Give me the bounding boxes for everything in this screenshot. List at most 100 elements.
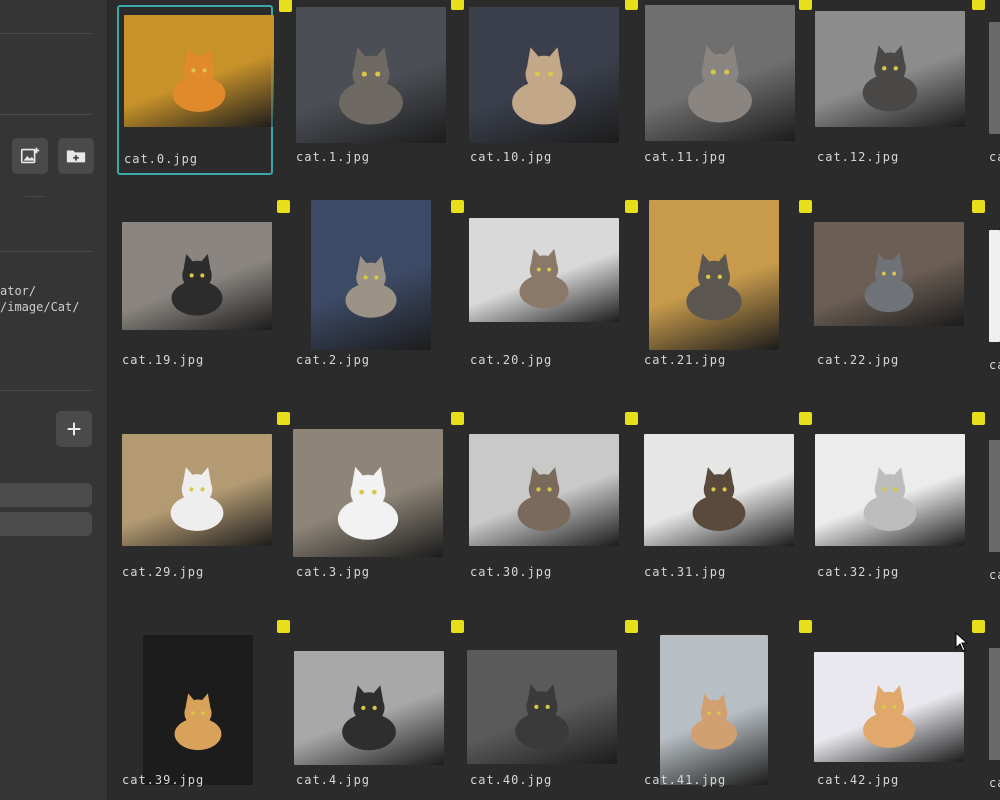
thumbnail-item[interactable]: cat.0.jpg <box>117 0 292 175</box>
thumbnail-label: cat.20.jpg <box>470 353 553 367</box>
folder-path: ator/ /image/Cat/ <box>0 283 79 315</box>
selection-checkbox[interactable] <box>972 412 985 425</box>
cat-icon <box>863 467 917 532</box>
sidebar-bar[interactable] <box>0 483 92 507</box>
thumbnail-item[interactable]: cat.39.jpg <box>117 620 290 790</box>
thumbnail-item[interactable]: cat.19.jpg <box>117 200 290 370</box>
thumbnail-label: cat.0.jpg <box>124 152 199 166</box>
cat-icon <box>174 693 222 751</box>
thumbnail-item[interactable]: cat.10.jpg <box>465 0 638 175</box>
selection-checkbox[interactable] <box>972 620 985 633</box>
add-image-button[interactable] <box>12 138 48 174</box>
cat-icon <box>337 467 399 541</box>
add-photo-icon <box>20 147 40 164</box>
cat-icon <box>519 248 569 309</box>
thumbnail-label: cat.32.jpg <box>817 565 900 579</box>
thumbnail-item[interactable]: cat.32.jpg <box>812 412 985 582</box>
plus-icon <box>67 422 81 436</box>
thumbnail-label: ca <box>989 776 1000 790</box>
thumbnail-label: cat.12.jpg <box>817 150 900 164</box>
selection-checkbox[interactable] <box>799 0 812 10</box>
thumbnail-item[interactable]: cat.21.jpg <box>639 200 812 370</box>
image-gallery: cat.0.jpg cat.1.jpg cat.10.jpg cat.11.jpg ca… <box>107 0 1000 800</box>
cat-icon <box>688 45 752 123</box>
cat-icon <box>686 253 742 321</box>
selection-checkbox[interactable] <box>277 620 290 633</box>
thumbnail-label: cat.4.jpg <box>296 773 371 787</box>
sidebar-divider <box>0 33 92 34</box>
cat-icon <box>345 255 397 318</box>
selection-checkbox[interactable] <box>799 620 812 633</box>
thumbnail-image <box>122 222 272 330</box>
selection-checkbox[interactable] <box>799 412 812 425</box>
cat-icon <box>692 467 746 532</box>
thumbnail-image <box>294 651 444 765</box>
thumbnail-item[interactable]: cat.40.jpg <box>465 620 638 790</box>
selection-checkbox[interactable] <box>625 0 638 10</box>
add-folder-button[interactable] <box>58 138 94 174</box>
thumbnail-label: cat.30.jpg <box>470 565 553 579</box>
thumbnail-image[interactable] <box>989 440 1000 552</box>
selection-checkbox[interactable] <box>972 0 985 10</box>
sidebar-panel: ator/ /image/Cat/ <box>0 0 108 800</box>
thumbnail-image <box>296 7 446 143</box>
mouse-cursor-icon <box>955 632 969 652</box>
thumbnail-item[interactable]: cat.3.jpg <box>291 412 464 582</box>
thumbnail-label: ca <box>989 568 1000 582</box>
thumbnail-item[interactable]: cat.42.jpg <box>812 620 985 790</box>
thumbnail-image <box>644 434 794 546</box>
thumbnail-item[interactable]: cat.41.jpg <box>639 620 812 790</box>
cat-icon <box>691 693 737 750</box>
thumbnail-image <box>469 218 619 322</box>
thumbnail-label: cat.11.jpg <box>644 150 727 164</box>
sidebar-divider <box>0 114 92 115</box>
thumbnail-label: ca <box>989 150 1000 164</box>
thumbnail-image[interactable] <box>989 22 1000 134</box>
thumbnail-item[interactable]: cat.20.jpg <box>465 200 638 370</box>
folder-path-line: ator/ <box>0 284 37 298</box>
thumbnail-label: cat.10.jpg <box>470 150 553 164</box>
thumbnail-item[interactable]: cat.11.jpg <box>639 0 812 175</box>
thumbnail-item[interactable]: cat.31.jpg <box>639 412 812 582</box>
thumbnail-image <box>293 429 443 557</box>
selection-checkbox[interactable] <box>625 412 638 425</box>
thumbnail-item[interactable]: cat.2.jpg <box>291 200 464 370</box>
thumbnail-image <box>143 635 253 785</box>
thumbnail-item[interactable]: cat.29.jpg <box>117 412 290 582</box>
cat-icon <box>171 254 223 316</box>
thumbnail-item[interactable]: cat.22.jpg <box>812 200 985 370</box>
thumbnail-item[interactable]: cat.1.jpg <box>291 0 464 175</box>
thumbnail-label: cat.42.jpg <box>817 773 900 787</box>
cat-icon <box>863 684 915 748</box>
selection-checkbox[interactable] <box>451 620 464 633</box>
thumbnail-label: ca <box>989 358 1000 372</box>
cat-icon <box>342 684 396 750</box>
cat-icon <box>339 47 403 125</box>
thumbnail-image <box>815 434 965 546</box>
thumbnail-image <box>660 635 768 785</box>
thumbnail-item[interactable]: cat.4.jpg <box>291 620 464 790</box>
selection-checkbox[interactable] <box>972 200 985 213</box>
folder-path-line: /image/Cat/ <box>0 300 80 314</box>
selection-checkbox[interactable] <box>625 620 638 633</box>
add-button[interactable] <box>56 411 92 447</box>
selection-checkbox[interactable] <box>277 200 290 213</box>
cat-icon <box>172 48 226 113</box>
selection-checkbox[interactable] <box>625 200 638 213</box>
selection-checkbox[interactable] <box>451 412 464 425</box>
thumbnail-item[interactable]: cat.30.jpg <box>465 412 638 582</box>
selection-checkbox[interactable] <box>799 200 812 213</box>
selection-checkbox[interactable] <box>451 0 464 10</box>
selection-checkbox[interactable] <box>451 200 464 213</box>
thumbnail-label: cat.40.jpg <box>470 773 553 787</box>
sidebar-bar[interactable] <box>0 512 92 536</box>
thumbnail-item[interactable]: cat.12.jpg <box>812 0 985 175</box>
thumbnail-label: cat.29.jpg <box>122 565 205 579</box>
thumbnail-image <box>311 200 431 350</box>
selection-checkbox[interactable] <box>277 412 290 425</box>
thumbnail-image <box>122 434 272 546</box>
thumbnail-label: cat.39.jpg <box>122 773 205 787</box>
thumbnail-image[interactable] <box>989 230 1000 342</box>
thumbnail-image[interactable] <box>989 648 1000 760</box>
thumbnail-label: cat.41.jpg <box>644 773 727 787</box>
